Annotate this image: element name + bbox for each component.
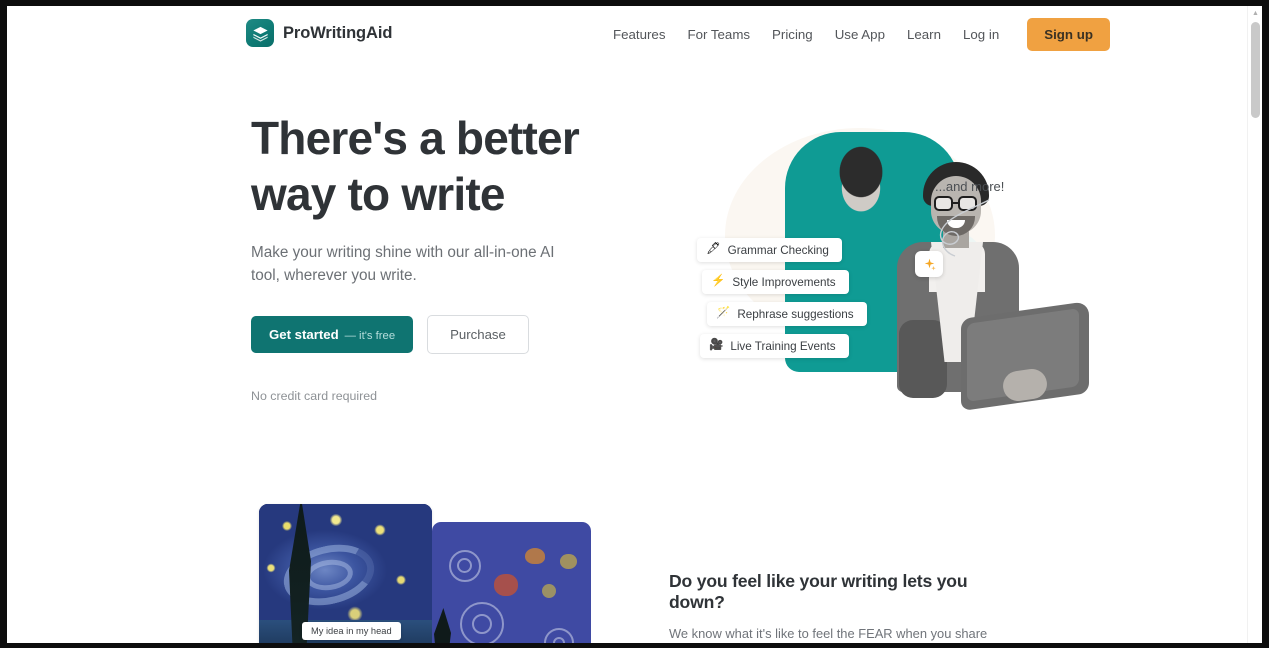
section-two-body: We know what it's like to feel the FEAR …: [669, 626, 988, 641]
brand-logo-link[interactable]: ProWritingAid: [246, 19, 392, 47]
feature-pill-label: Style Improvements: [732, 275, 836, 289]
hero-actions: Get started — it's free Purchase: [251, 315, 631, 354]
nav-item-learn[interactable]: Learn: [896, 21, 952, 48]
hero-section: There's a better way to write Make your …: [251, 110, 631, 403]
feature-pill-list: 🖋 Grammar Checking ⚡ Style Improvements …: [697, 238, 867, 358]
browser-window-frame: ProWritingAid Features For Teams Pricing…: [0, 0, 1269, 648]
sparkles-icon: [915, 251, 943, 277]
nav-item-for-teams[interactable]: For Teams: [676, 21, 761, 48]
sign-up-button[interactable]: Sign up: [1027, 17, 1110, 51]
section-two-title: Do you feel like your writing lets you d…: [669, 571, 968, 612]
artwork-caption: My idea in my head: [302, 622, 401, 640]
magic-wand-icon: 🪄: [716, 307, 731, 320]
vertical-scrollbar[interactable]: ▲: [1247, 6, 1262, 643]
hero-title: There's a better way to write: [251, 112, 580, 220]
feature-pill-live-training-events: 🎥 Live Training Events: [700, 334, 849, 358]
paint-blotch: [525, 548, 545, 564]
page-content: ProWritingAid Features For Teams Pricing…: [7, 6, 1247, 643]
feature-pill-rephrase-suggestions: 🪄 Rephrase suggestions: [707, 302, 867, 326]
browser-viewport: ProWritingAid Features For Teams Pricing…: [7, 6, 1262, 643]
crude-cypress-tree: [434, 608, 451, 643]
get-started-label: Get started: [269, 327, 339, 342]
person-arm: [899, 320, 947, 398]
prowritingaid-logo-icon: [246, 19, 274, 47]
spiral-doodle-inner: [553, 637, 565, 643]
paint-blotch: [494, 574, 518, 596]
section-two-copy: Do you feel like your writing lets you d…: [669, 571, 1019, 643]
pen-icon: 🖋: [706, 243, 721, 256]
nav-item-pricing[interactable]: Pricing: [761, 21, 824, 48]
get-started-button[interactable]: Get started — it's free: [251, 316, 414, 353]
feature-pill-label: Live Training Events: [730, 339, 836, 353]
no-credit-card-note: No credit card required: [251, 389, 378, 403]
nav-item-use-app[interactable]: Use App: [824, 21, 896, 48]
movie-camera-icon: 🎥: [709, 339, 724, 352]
and-more-label: ...and more!: [935, 179, 1005, 194]
feature-pill-grammar-checking: 🖋 Grammar Checking: [697, 238, 842, 262]
brand-name: ProWritingAid: [283, 23, 393, 42]
paint-blotch: [560, 554, 577, 569]
feature-pill-label: Rephrase suggestions: [737, 307, 854, 321]
paint-blotch: [542, 584, 556, 598]
crude-drawing: [432, 522, 591, 643]
purchase-button[interactable]: Purchase: [427, 315, 529, 354]
scrollbar-thumb[interactable]: [1251, 22, 1260, 118]
nav-item-log-in[interactable]: Log in: [952, 21, 1010, 48]
nav-item-features[interactable]: Features: [602, 21, 676, 48]
feature-pill-style-improvements: ⚡ Style Improvements: [702, 270, 849, 294]
spiral-doodle-inner: [457, 558, 472, 573]
main-nav: Features For Teams Pricing Use App Learn…: [602, 6, 1110, 62]
site-header: ProWritingAid Features For Teams Pricing…: [7, 6, 1247, 62]
feature-pill-label: Grammar Checking: [727, 243, 829, 257]
spiral-doodle-inner: [472, 614, 492, 634]
hero-illustration: ...and more! 🖋 Grammar Checking ⚡ Style …: [667, 102, 1089, 411]
artwork-comparison-group: My idea in my head: [252, 504, 597, 643]
scroll-up-arrow-icon[interactable]: ▲: [1248, 6, 1262, 20]
hero-subtitle: Make your writing shine with our all-in-…: [251, 244, 555, 284]
lightning-bolt-icon: ⚡: [711, 275, 726, 288]
get-started-note: — it's free: [344, 330, 396, 342]
